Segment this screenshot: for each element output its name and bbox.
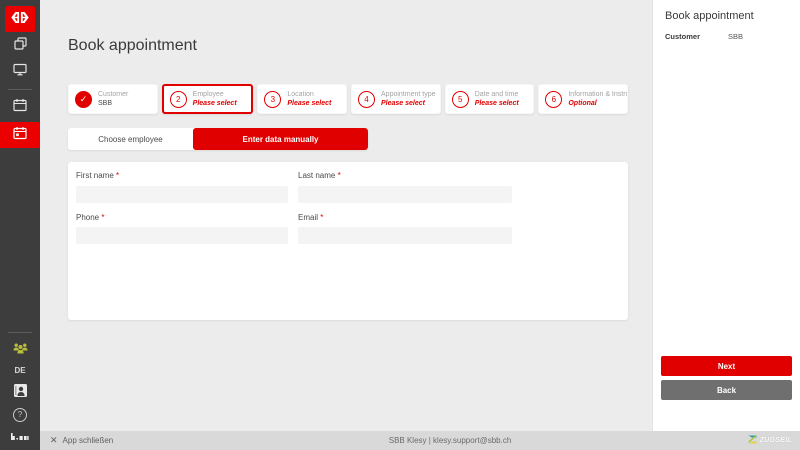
stepper-step-date-time[interactable]: 5 Date and time Please select: [445, 84, 535, 114]
step-label: Customer: [98, 90, 128, 99]
sidebar-bottom-divider: [8, 332, 32, 333]
close-icon: ✕: [50, 435, 58, 446]
last-name-field: Last name *: [298, 171, 512, 203]
page-title: Book appointment: [68, 37, 197, 55]
sidebar: DE ?: [0, 0, 40, 450]
first-name-label: First name *: [76, 171, 288, 180]
step-label: Date and time: [475, 90, 519, 99]
step-label: Location: [287, 90, 331, 99]
close-app-button[interactable]: ✕ App schließen: [40, 435, 113, 446]
email-input[interactable]: [298, 227, 512, 244]
required-mark: *: [320, 213, 323, 222]
email-field: Email *: [298, 213, 512, 245]
sidebar-item-booking-active[interactable]: [0, 122, 40, 148]
phone-label: Phone *: [76, 213, 288, 222]
main-content: Book appointment ✓ Customer SBB 2 Employ…: [40, 0, 652, 431]
stepper-step-information[interactable]: 6 Information & Instructions Optional: [538, 84, 628, 114]
zugseil-wordmark: ZUGSEIL: [760, 437, 792, 444]
summary-title: Book appointment: [665, 10, 788, 22]
calendar-icon: [13, 98, 27, 117]
step-number: 3: [264, 91, 281, 108]
tab-enter-data-manually[interactable]: Enter data manually: [193, 128, 368, 150]
copy-icon: [14, 37, 27, 55]
step-label: Information & Instructions: [568, 90, 627, 99]
tab-choose-employee[interactable]: Choose employee: [68, 128, 193, 150]
step-number: 5: [452, 91, 469, 108]
stepper-step-employee[interactable]: 2 Employee Please select: [162, 84, 254, 114]
sidebar-item-team[interactable]: [0, 338, 40, 362]
back-button[interactable]: Back: [661, 380, 792, 400]
stepper-step-customer[interactable]: ✓ Customer SBB: [68, 84, 158, 114]
people-group-icon: [13, 341, 28, 359]
first-name-input[interactable]: [76, 186, 288, 203]
last-name-label: Last name *: [298, 171, 512, 180]
sidebar-item-contact[interactable]: [0, 381, 40, 405]
step-number: 6: [545, 91, 562, 108]
first-name-field: First name *: [76, 171, 288, 203]
step-sublabel: Please select: [287, 99, 331, 108]
summary-panel: Book appointment Customer SBB Next Back: [652, 0, 800, 431]
phone-input[interactable]: [76, 227, 288, 244]
close-app-label: App schließen: [63, 436, 114, 445]
calendar-booked-icon: [13, 126, 27, 145]
sidebar-item-display[interactable]: [0, 60, 40, 84]
zugseil-logo: ZUGSEIL: [748, 435, 800, 446]
check-icon: ✓: [75, 91, 92, 108]
step-number: 4: [358, 91, 375, 108]
language-selector[interactable]: DE: [14, 366, 25, 375]
summary-row-value: SBB: [728, 32, 743, 41]
sidebar-divider: [8, 89, 32, 90]
step-sublabel: Please select: [193, 99, 237, 108]
phone-field: Phone *: [76, 213, 288, 245]
step-label: Appointment type: [381, 90, 435, 99]
step-sublabel: Please select: [381, 99, 435, 108]
next-button[interactable]: Next: [661, 356, 792, 376]
last-name-input[interactable]: [298, 186, 512, 203]
employee-tabs: Choose employee Enter data manually: [68, 128, 368, 150]
help-icon[interactable]: ?: [13, 408, 27, 422]
step-sublabel: Optional: [568, 99, 627, 108]
footer-bar: ✕ App schließen SBB Klesy | klesy.suppor…: [40, 431, 800, 450]
step-number: 2: [170, 91, 187, 108]
contact-badge-icon: [13, 383, 28, 403]
footer-status-text: SBB Klesy | klesy.support@sbb.ch: [389, 436, 512, 445]
sidebar-item-calendar[interactable]: [0, 95, 40, 119]
step-sublabel: Please select: [475, 99, 519, 108]
summary-row-label: Customer: [665, 32, 728, 41]
stepper: ✓ Customer SBB 2 Employee Please select …: [68, 84, 628, 114]
required-mark: *: [116, 171, 119, 180]
stepper-step-appointment-type[interactable]: 4 Appointment type Please select: [351, 84, 441, 114]
sbb-logo[interactable]: [5, 6, 35, 32]
monitor-icon: [13, 63, 27, 81]
sidebar-item-copy[interactable]: [0, 34, 40, 58]
required-mark: *: [101, 213, 104, 222]
stepper-step-location[interactable]: 3 Location Please select: [257, 84, 347, 114]
brand-mark-icon: [10, 427, 30, 445]
zugseil-z-icon: [748, 435, 757, 446]
sbb-arrows-icon: [9, 10, 31, 28]
email-label: Email *: [298, 213, 512, 222]
summary-row-customer: Customer SBB: [653, 32, 800, 41]
required-mark: *: [338, 171, 341, 180]
employee-form-card: First name * Last name * Phone * Email *: [68, 162, 628, 320]
step-label: Employee: [193, 90, 237, 99]
step-sublabel: SBB: [98, 99, 128, 108]
